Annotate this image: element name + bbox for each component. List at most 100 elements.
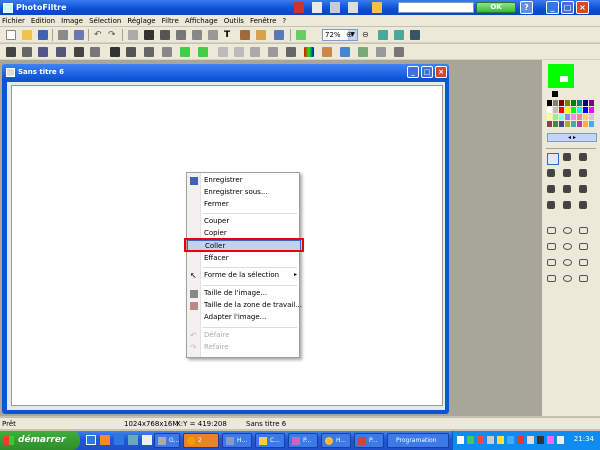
task-g[interactable]: G... [154,433,180,448]
eyedropper-tool-icon[interactable] [563,153,571,161]
task-p2[interactable]: P... [354,433,384,448]
color-swatch[interactable] [547,100,552,106]
shape-c-tool-icon[interactable] [579,275,588,282]
crop-auto-icon[interactable] [376,47,386,57]
color-swatch[interactable] [589,100,594,106]
task-c[interactable]: C... [255,433,285,448]
menu-help[interactable]: ? [282,17,286,25]
tray-icon[interactable] [457,436,464,444]
zoom-out-icon[interactable]: ⊖ [362,30,372,40]
fullscreen-icon[interactable] [410,30,420,40]
tray-icon[interactable] [527,436,534,444]
tray-icon[interactable] [507,436,514,444]
blank-tool-icon[interactable] [579,259,588,266]
color-swatch[interactable] [583,107,588,113]
color-swatch[interactable] [577,121,582,127]
volume-icon[interactable] [557,436,564,444]
spray-tool-icon[interactable] [579,169,587,177]
finger-tool-icon[interactable] [563,201,571,209]
minimize-button[interactable]: _ [546,1,559,14]
brush-tool-icon[interactable] [547,185,555,193]
color-swatch[interactable] [565,107,570,113]
toolbar-page-icon[interactable] [330,2,340,13]
actual-size-icon[interactable] [378,30,388,40]
fill-tool-icon[interactable] [563,169,571,177]
color-swatch[interactable] [553,114,558,120]
menu-item-effacer[interactable]: Effacer [187,253,301,265]
maximize-button[interactable]: □ [561,1,574,14]
color-swatch[interactable] [571,100,576,106]
start-button[interactable]: démarrer [0,431,80,450]
triangle-tool-icon[interactable] [563,243,572,250]
menu-item-forme-selection[interactable]: ↖ Forme de la sélection ▸ [187,270,301,282]
redo-icon[interactable]: ↷ [108,30,118,40]
color-swatch[interactable] [571,107,576,113]
grayscale-icon[interactable] [162,47,172,57]
texture-icon[interactable] [322,47,332,57]
stamp-tool-icon[interactable] [579,185,587,193]
color-swatch[interactable] [553,107,558,113]
tray-icon[interactable] [547,436,554,444]
tray-icon[interactable] [517,436,524,444]
scanner-icon[interactable] [74,30,84,40]
pointer-tool-icon[interactable] [547,153,559,165]
ellipse-tool-icon[interactable] [563,227,572,234]
gradient-icon[interactable] [340,47,350,57]
select-rect-icon[interactable] [6,47,16,57]
document-title-bar[interactable]: Sans titre 6 [2,64,449,80]
menu-item-taille-zone-travail[interactable]: Taille de la zone de travail... [187,300,302,312]
window-icon[interactable] [274,30,284,40]
task-h[interactable]: H... [222,433,252,448]
warning-icon[interactable] [372,2,382,13]
menu-item-couper[interactable]: Couper [187,216,301,228]
color-swatch[interactable] [577,107,582,113]
tray-icon[interactable] [497,436,504,444]
menu-outils[interactable]: Outils [224,17,244,25]
desktop-icon[interactable] [86,435,96,445]
color-swatch[interactable] [589,107,594,113]
filter-icon[interactable] [358,47,368,57]
color-swatch[interactable] [583,114,588,120]
image-list-icon[interactable] [296,30,306,40]
color-swatch[interactable] [547,107,552,113]
ie-icon[interactable] [114,435,124,445]
toolbar-red-icon[interactable] [294,2,304,13]
task-programation[interactable]: Programation [387,433,449,448]
swap-color-icon[interactable] [552,91,558,97]
firefox-icon[interactable] [100,435,110,445]
menu-selection[interactable]: Sélection [89,17,121,25]
tray-icon[interactable] [477,436,484,444]
tray-icon[interactable] [487,436,494,444]
color-swatch[interactable] [589,121,594,127]
print-icon[interactable] [58,30,68,40]
color-swatch[interactable] [571,121,576,127]
color-adjust-icon[interactable] [198,47,208,57]
menu-item-enregistrer-sous[interactable]: Enregistrer sous... [187,187,301,199]
menu-reglage[interactable]: Réglage [127,17,155,25]
color-swatch[interactable] [583,121,588,127]
quicklaunch-icon[interactable] [128,435,138,445]
brightness-icon[interactable] [74,47,84,57]
toolbar-page-icon[interactable] [348,2,358,13]
menu-image[interactable]: Image [61,17,83,25]
color-swatch[interactable] [553,100,558,106]
lasso-tool-icon[interactable] [547,259,556,266]
close-button[interactable]: × [576,1,589,14]
color-swatch[interactable] [547,121,552,127]
tray-icon[interactable] [537,436,544,444]
color-palette-icon[interactable] [304,47,314,57]
menu-item-adapter-image[interactable]: Adapter l'image... [187,312,301,324]
background-color[interactable] [560,76,568,82]
auto-contrast-icon[interactable] [56,47,66,57]
doc-minimize-button[interactable]: _ [407,66,419,78]
color-swatch[interactable] [559,107,564,113]
stamp-icon[interactable] [256,30,266,40]
magic-wand-tool-icon[interactable] [579,153,587,161]
color-swatch[interactable] [571,114,576,120]
gamma-icon[interactable] [126,47,136,57]
fit-window-icon[interactable] [394,30,404,40]
undo-icon[interactable]: ↶ [94,30,104,40]
blur-icon[interactable] [218,47,228,57]
menu-fenetre[interactable]: Fenêtre [250,17,276,25]
task-p[interactable]: P... [288,433,318,448]
